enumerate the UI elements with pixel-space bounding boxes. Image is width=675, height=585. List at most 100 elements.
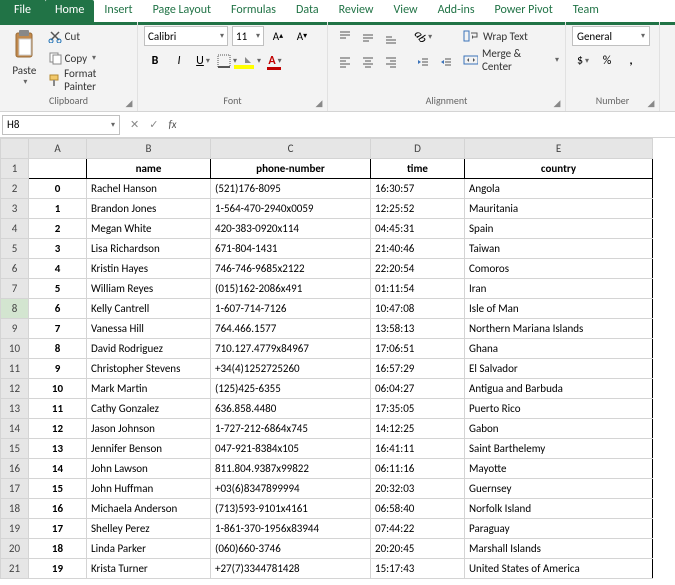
cell[interactable]: 16	[29, 499, 87, 519]
cell[interactable]: Kelly Cantrell	[87, 299, 211, 319]
percent-format-button[interactable]: %	[596, 50, 618, 72]
tab-power-pivot[interactable]: Power Pivot	[485, 0, 563, 22]
cell[interactable]: Kristin Hayes	[87, 259, 211, 279]
cell[interactable]: (713)593-9101x4161	[211, 499, 371, 519]
cell[interactable]: Gabon	[465, 419, 653, 439]
cell[interactable]: 636.858.4480	[211, 399, 371, 419]
cell[interactable]: 16:57:29	[371, 359, 465, 379]
row-header[interactable]: 15	[1, 439, 29, 459]
align-left-button[interactable]	[334, 51, 356, 73]
increase-indent-button[interactable]	[435, 51, 457, 73]
cell[interactable]: Cathy Gonzalez	[87, 399, 211, 419]
cell[interactable]: Mauritania	[465, 199, 653, 219]
cell[interactable]: 1-727-212-6864x745	[211, 419, 371, 439]
comma-format-button[interactable]: ,	[620, 50, 642, 72]
cell[interactable]: 01:11:54	[371, 279, 465, 299]
cell[interactable]: 1-607-714-7126	[211, 299, 371, 319]
name-box[interactable]: H8▾	[2, 115, 120, 135]
cell[interactable]: William Reyes	[87, 279, 211, 299]
row-header[interactable]: 16	[1, 459, 29, 479]
cell[interactable]: John Huffman	[87, 479, 211, 499]
row-header[interactable]: 4	[1, 219, 29, 239]
font-dialog-launcher[interactable]: ◢	[313, 97, 325, 109]
cell[interactable]: 811.804.9387x99822	[211, 459, 371, 479]
cut-button[interactable]: Cut	[45, 26, 131, 46]
cell[interactable]: Paraguay	[465, 519, 653, 539]
cell[interactable]: 13:58:13	[371, 319, 465, 339]
enter-formula-button[interactable]: ✓	[149, 118, 158, 131]
cell[interactable]: 2	[29, 219, 87, 239]
row-header[interactable]: 13	[1, 399, 29, 419]
row-header[interactable]: 2	[1, 179, 29, 199]
cancel-formula-button[interactable]: ✕	[130, 118, 139, 131]
cell[interactable]: 10	[29, 379, 87, 399]
cell[interactable]: Saint Barthelemy	[465, 439, 653, 459]
cell[interactable]: Norfolk Island	[465, 499, 653, 519]
cell[interactable]: 1-564-470-2940x0059	[211, 199, 371, 219]
copy-button[interactable]: Copy ▾	[45, 48, 131, 68]
cell[interactable]: David Rodriguez	[87, 339, 211, 359]
increase-font-button[interactable]: A▴	[268, 26, 288, 46]
tab-page-layout[interactable]: Page Layout	[143, 0, 221, 22]
tab-team[interactable]: Team	[563, 0, 609, 22]
cell[interactable]: 13	[29, 439, 87, 459]
cell[interactable]: Shelley Perez	[87, 519, 211, 539]
row-header[interactable]: 5	[1, 239, 29, 259]
column-header-C[interactable]: C	[211, 139, 371, 159]
decrease-font-button[interactable]: A▾	[292, 26, 312, 46]
cell[interactable]: 07:44:22	[371, 519, 465, 539]
format-painter-button[interactable]: Format Painter	[45, 70, 131, 90]
cell[interactable]: 18	[29, 539, 87, 559]
cell[interactable]: Mayotte	[465, 459, 653, 479]
cell[interactable]: 17:35:05	[371, 399, 465, 419]
cell[interactable]: Jennifer Benson	[87, 439, 211, 459]
cell[interactable]: 4	[29, 259, 87, 279]
cell[interactable]: 420-383-0920x114	[211, 219, 371, 239]
cell[interactable]: Puerto Rico	[465, 399, 653, 419]
cell[interactable]: Angola	[465, 179, 653, 199]
cell[interactable]: 710.127.4779x84967	[211, 339, 371, 359]
cell[interactable]: Comoros	[465, 259, 653, 279]
row-header[interactable]: 14	[1, 419, 29, 439]
align-center-button[interactable]	[357, 51, 379, 73]
tab-insert[interactable]: Insert	[94, 0, 142, 22]
formula-input[interactable]	[185, 115, 675, 135]
font-name-combo[interactable]: Calibri▾	[144, 26, 228, 46]
insert-function-button[interactable]: fx	[168, 118, 176, 131]
cell[interactable]: Antigua and Barbuda	[465, 379, 653, 399]
cell[interactable]: 17:06:51	[371, 339, 465, 359]
tab-view[interactable]: View	[384, 0, 428, 22]
tab-formulas[interactable]: Formulas	[221, 0, 286, 22]
column-header-E[interactable]: E	[465, 139, 653, 159]
cell[interactable]: +03(6)8347899994	[211, 479, 371, 499]
cell[interactable]: 15	[29, 479, 87, 499]
cell[interactable]: +34(4)1252725260	[211, 359, 371, 379]
cell[interactable]: El Salvador	[465, 359, 653, 379]
cell[interactable]: Ghana	[465, 339, 653, 359]
cell[interactable]: 21:40:46	[371, 239, 465, 259]
row-header[interactable]: 19	[1, 519, 29, 539]
cell[interactable]: 11	[29, 399, 87, 419]
number-dialog-launcher[interactable]: ◢	[645, 97, 657, 109]
cell[interactable]: time	[371, 159, 465, 179]
select-all-corner[interactable]	[1, 139, 29, 159]
cell[interactable]: 12	[29, 419, 87, 439]
paste-button[interactable]: Paste ▾	[6, 26, 43, 87]
underline-button[interactable]: U▾	[192, 50, 214, 72]
cell[interactable]: 16:41:11	[371, 439, 465, 459]
cell[interactable]: 16:30:57	[371, 179, 465, 199]
cell[interactable]: Guernsey	[465, 479, 653, 499]
cell[interactable]: 047-921-8384x105	[211, 439, 371, 459]
row-header[interactable]: 20	[1, 539, 29, 559]
row-header[interactable]: 9	[1, 319, 29, 339]
font-color-button[interactable]: A▾	[264, 50, 286, 72]
cell[interactable]: Northern Mariana Islands	[465, 319, 653, 339]
cell[interactable]: (060)660-3746	[211, 539, 371, 559]
wrap-text-button[interactable]: Wrap Text	[463, 26, 559, 46]
cell[interactable]: Michaela Anderson	[87, 499, 211, 519]
cell[interactable]: Lisa Richardson	[87, 239, 211, 259]
decrease-indent-button[interactable]	[412, 51, 434, 73]
cell[interactable]: 20:32:03	[371, 479, 465, 499]
align-bottom-button[interactable]	[380, 26, 402, 48]
cell[interactable]: 14:12:25	[371, 419, 465, 439]
